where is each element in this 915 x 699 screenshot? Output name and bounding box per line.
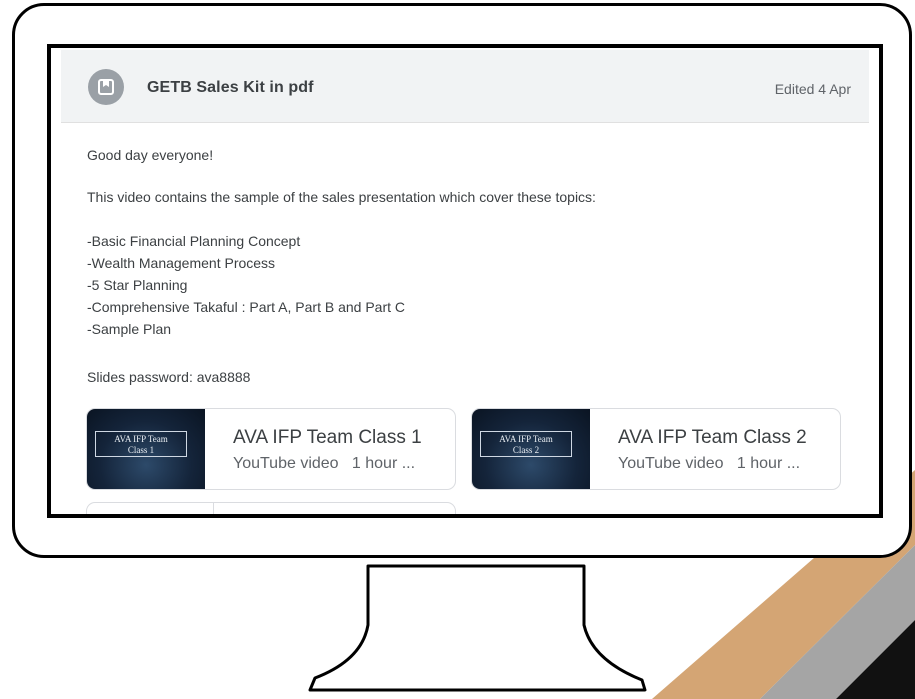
topic-item: -5 Star Planning: [87, 277, 188, 293]
post-header[interactable]: GETB Sales Kit in pdf Edited 4 Apr: [61, 50, 869, 123]
topic-item: -Basic Financial Planning Concept: [87, 233, 301, 249]
attachment-subtitle: YouTube video 1 hour ...: [618, 455, 801, 472]
attachment-card-partial[interactable]: [86, 502, 456, 514]
video-thumbnail: AVA IFP Team Class 2: [472, 409, 590, 489]
slides-password: Slides password: ava8888: [87, 369, 251, 385]
topic-list: -Basic Financial Planning Concept -Wealt…: [87, 230, 405, 340]
thumbnail-text: AVA IFP Team Class 2: [480, 431, 572, 457]
post-greeting: Good day everyone!: [87, 147, 214, 163]
post-title: GETB Sales Kit in pdf: [147, 79, 314, 96]
topic-item: -Sample Plan: [87, 321, 172, 337]
monitor-screen: GETB Sales Kit in pdf Edited 4 Apr Good …: [47, 44, 883, 518]
attachment-title: AVA IFP Team Class 2: [618, 427, 807, 448]
post-intro: This video contains the sample of the sa…: [87, 189, 596, 205]
card-divider: [213, 503, 214, 514]
topic-item: -Wealth Management Process: [87, 255, 276, 271]
topic-item: -Comprehensive Takaful : Part A, Part B …: [87, 299, 406, 315]
attachment-subtitle: YouTube video 1 hour ...: [233, 455, 416, 472]
avatar: [88, 69, 124, 105]
attachment-card-class-1[interactable]: AVA IFP Team Class 1 AVA IFP Team Class …: [86, 408, 456, 490]
attachment-card-class-2[interactable]: AVA IFP Team Class 2 AVA IFP Team Class …: [471, 408, 841, 490]
post-edited-date: Edited 4 Apr: [774, 81, 851, 97]
video-thumbnail: AVA IFP Team Class 1: [87, 409, 205, 489]
thumbnail-text: AVA IFP Team Class 1: [95, 431, 187, 457]
bookmark-icon: [98, 79, 114, 95]
attachment-title: AVA IFP Team Class 1: [233, 427, 422, 448]
